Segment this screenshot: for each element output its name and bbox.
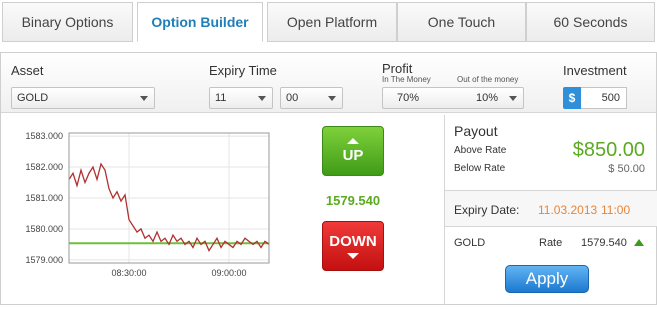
arrow-up-icon: [347, 138, 359, 144]
asset-select[interactable]: GOLD: [11, 87, 155, 109]
rate-chart-svg: 1583.000 1582.000 1581.000 1580.000 1579.000…: [25, 131, 270, 278]
tab-60-seconds[interactable]: 60 Seconds: [526, 2, 655, 42]
chart-x-tick-label: 09:00:00: [211, 268, 246, 278]
controls-bar: Asset GOLD Expiry Time 11 00 Profit In T…: [1, 53, 656, 113]
asset-label: Asset: [11, 63, 44, 78]
trade-info-panel: Payout Above Rate Below Rate $850.00 $ 5…: [444, 115, 657, 305]
chart-y-tick-label: 1583.000: [25, 131, 63, 141]
apply-button[interactable]: Apply: [505, 265, 589, 293]
below-rate-label: Below Rate: [454, 163, 506, 174]
tab-open-platform[interactable]: Open Platform: [267, 2, 397, 42]
out-of-the-money-value: 10%: [476, 92, 499, 104]
payout-title: Payout: [454, 123, 498, 139]
chart-y-tick-label: 1581.000: [25, 193, 63, 203]
up-button-label: UP: [342, 147, 364, 164]
in-the-money-label: In The Money: [382, 75, 431, 84]
up-button[interactable]: UP: [322, 126, 384, 176]
above-rate-label: Above Rate: [454, 145, 507, 156]
investment-label: Investment: [563, 63, 627, 78]
chart-y-tick-label: 1580.000: [25, 224, 63, 234]
profit-select[interactable]: 70% 10%: [382, 87, 524, 109]
chart-y-tick-label: 1582.000: [25, 162, 63, 172]
above-rate-payout: $850.00: [572, 139, 645, 161]
rate-chart: 1583.000 1582.000 1581.000 1580.000 1579.000…: [1, 115, 291, 305]
expiry-date-label: Expiry Date:: [454, 203, 520, 217]
expiry-time-label: Expiry Time: [209, 63, 277, 78]
asset-rate-row: GOLD Rate 1579.540: [445, 227, 657, 257]
expiry-time-value: 11:00: [601, 203, 631, 217]
asset-name: GOLD: [454, 237, 486, 249]
chart-x-tick-label: 08:30:00: [111, 268, 146, 278]
asset-select-value: GOLD: [17, 92, 49, 104]
currency-symbol: $: [563, 87, 581, 109]
tab-option-builder[interactable]: Option Builder: [137, 2, 263, 42]
investment-input[interactable]: [581, 87, 627, 109]
tab-one-touch[interactable]: One Touch: [397, 2, 526, 42]
chevron-down-icon: [258, 96, 266, 101]
expiry-section: Expiry Date: 11.03.2013 11:00: [445, 191, 657, 227]
tab-binary-options[interactable]: Binary Options: [2, 2, 133, 42]
out-of-the-money-label: Out of the money: [457, 75, 519, 84]
down-button[interactable]: DOWN: [322, 221, 384, 271]
chevron-down-icon: [509, 96, 517, 101]
current-rate: 1579.540: [325, 193, 381, 208]
expiry-minute-value: 00: [286, 92, 299, 104]
rate-value: 1579.540: [581, 237, 627, 249]
expiry-minute-select[interactable]: 00: [280, 87, 343, 109]
expiry-hour-value: 11: [215, 92, 227, 104]
down-button-label: DOWN: [329, 233, 377, 250]
option-builder-panel: Asset GOLD Expiry Time 11 00 Profit In T…: [0, 52, 657, 305]
payout-section: Payout Above Rate Below Rate $850.00 $ 5…: [445, 115, 657, 191]
profit-label: Profit: [382, 61, 413, 76]
expiry-date-value: 11.03.2013: [538, 203, 598, 217]
in-the-money-value: 70%: [397, 92, 420, 104]
rate-up-icon: [634, 239, 644, 246]
arrow-down-icon: [347, 253, 359, 259]
below-rate-payout: $ 50.00: [608, 163, 645, 175]
chevron-down-icon: [140, 96, 148, 101]
chevron-down-icon: [328, 96, 336, 101]
chart-y-tick-label: 1579.000: [25, 255, 63, 265]
rate-label: Rate: [539, 237, 563, 249]
expiry-hour-select[interactable]: 11: [209, 87, 273, 109]
product-tabs: Binary Options Option Builder Open Platf…: [2, 2, 655, 42]
